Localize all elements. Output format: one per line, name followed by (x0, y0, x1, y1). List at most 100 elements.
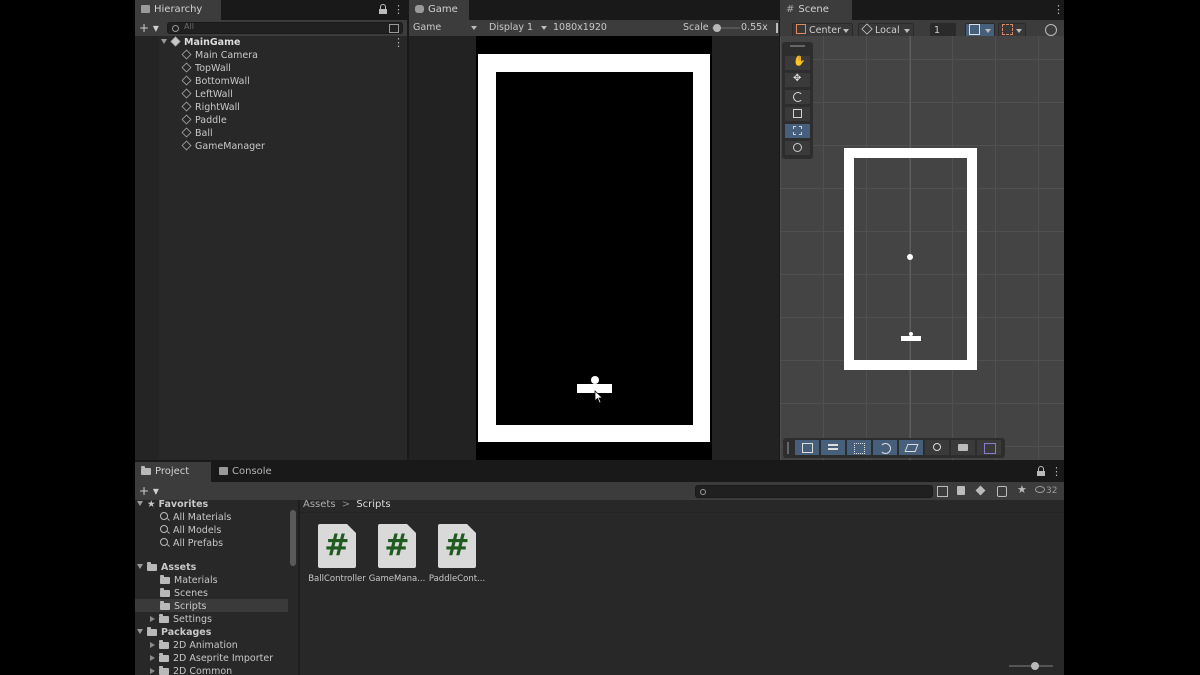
scene-viewport[interactable] (780, 36, 1064, 460)
scene-paddle[interactable] (901, 336, 921, 341)
project-divider[interactable] (298, 500, 300, 675)
folder-tree-scrollbar[interactable] (289, 510, 297, 670)
sprite-shape-tool-button[interactable] (795, 440, 819, 455)
favorite-all-materials[interactable]: All Materials (160, 511, 231, 524)
expand-arrow-icon[interactable] (161, 39, 167, 44)
hidden-packages-toggle[interactable]: 32 (1035, 482, 1057, 500)
scrollbar-thumb[interactable] (290, 510, 296, 566)
hand-tool-button[interactable]: ✋ (785, 56, 810, 70)
lock-icon[interactable] (379, 4, 387, 14)
assets-header[interactable]: Assets (137, 561, 196, 574)
expand-arrow-icon[interactable] (150, 655, 155, 661)
tab-game[interactable]: Game (409, 0, 469, 20)
hierarchy-item-paddle[interactable]: Paddle (181, 114, 227, 127)
hierarchy-item-topwall[interactable]: TopWall (181, 62, 231, 75)
asset-item-ballcontroller[interactable]: # BallController (307, 524, 367, 584)
icon-size-slider-thumb[interactable] (1031, 662, 1039, 670)
hierarchy-search-input[interactable]: All (167, 22, 403, 34)
expand-arrow-icon[interactable] (150, 642, 155, 648)
package-2d-aseprite-importer[interactable]: 2D Aseprite Importer (150, 652, 273, 665)
expand-arrow-icon[interactable] (137, 564, 143, 569)
scale-tool-button[interactable] (785, 107, 810, 121)
asset-item-paddlecontroller[interactable]: # PaddleCont... (427, 524, 487, 584)
search-filter-icon[interactable] (389, 24, 399, 33)
hierarchy-item-gamemanager[interactable]: GameManager (181, 140, 265, 153)
package-2d-common[interactable]: 2D Common (150, 665, 232, 675)
favorite-all-prefabs[interactable]: All Prefabs (160, 537, 223, 550)
chevron-down-icon (1016, 29, 1022, 33)
breadcrumb-assets[interactable]: Assets (303, 499, 336, 510)
folder-materials[interactable]: Materials (160, 574, 218, 587)
display-dropdown[interactable]: Display 1 (489, 20, 547, 36)
lock-icon[interactable] (1037, 466, 1045, 476)
tile-grid-tool-button[interactable] (847, 440, 871, 455)
overlay-grip[interactable] (787, 442, 789, 454)
icon-size-slider[interactable] (1009, 662, 1053, 670)
search-by-type-icon[interactable] (937, 486, 948, 497)
rect-tool-button[interactable] (785, 124, 810, 138)
favorites-header[interactable]: ★ Favorites (137, 498, 208, 511)
hierarchy-item-label: Paddle (195, 115, 227, 126)
game-tabbar: Game (409, 0, 779, 20)
scene-menu-icon[interactable]: ⋮ (1053, 3, 1064, 17)
camera-tool-button[interactable] (951, 440, 975, 455)
scene-bottom-overlay (783, 438, 1005, 458)
gameobject-icon (181, 49, 192, 60)
gizmo-globe-icon[interactable] (1045, 24, 1057, 36)
scene-root-row[interactable]: MainGame (161, 36, 240, 49)
tab-console[interactable]: Console (213, 462, 293, 482)
gameobject-icon (181, 114, 192, 125)
folder-scripts[interactable]: Scripts (160, 600, 207, 613)
hierarchy-item-main-camera[interactable]: Main Camera (181, 49, 258, 62)
expand-arrow-icon[interactable] (150, 616, 155, 622)
search-log-icon[interactable] (997, 486, 1007, 497)
toolbar-overflow-icon[interactable] (776, 23, 778, 33)
search-icon (160, 538, 168, 546)
hierarchy-item-rightwall[interactable]: RightWall (181, 101, 240, 114)
moon-tool-button[interactable] (873, 440, 897, 455)
scene-menu-icon[interactable]: ⋮ (393, 36, 404, 50)
layers-tool-button[interactable] (899, 440, 923, 455)
project-search-input[interactable] (695, 485, 933, 498)
game-mode-dropdown[interactable]: Game (413, 20, 479, 36)
game-viewport[interactable] (476, 36, 712, 460)
moon-icon (880, 443, 891, 454)
star-icon[interactable]: ★ (1017, 483, 1027, 496)
space-label: Local (875, 25, 900, 36)
project-menu-icon[interactable]: ⋮ (1051, 465, 1062, 479)
package-2d-animation[interactable]: 2D Animation (150, 639, 238, 652)
tilemap-align-tool-button[interactable] (821, 440, 845, 455)
scale-slider[interactable] (712, 24, 740, 32)
tab-project[interactable]: Project (135, 462, 211, 482)
hierarchy-item-leftwall[interactable]: LeftWall (181, 88, 233, 101)
scale-slider-thumb[interactable] (713, 24, 722, 32)
search-by-label-icon[interactable] (957, 486, 965, 495)
script-glyph: # (444, 528, 470, 563)
zoom-tool-button[interactable] (925, 440, 949, 455)
gizmo-tool-button[interactable] (977, 440, 1001, 455)
packages-header[interactable]: Packages (137, 626, 211, 639)
grid-hash-icon: # (786, 4, 795, 15)
favorite-all-models[interactable]: All Models (160, 524, 221, 537)
tab-hierarchy[interactable]: Hierarchy (135, 0, 221, 20)
rotate-tool-button[interactable] (785, 90, 810, 104)
tab-scene[interactable]: # Scene (780, 0, 852, 20)
overlay-grip[interactable] (790, 45, 805, 47)
tag-icon[interactable] (975, 485, 986, 496)
expand-arrow-icon[interactable] (150, 668, 155, 674)
expand-arrow-icon[interactable] (137, 501, 143, 506)
move-tool-button[interactable]: ✥ (785, 73, 810, 87)
rotate-icon (793, 92, 803, 102)
hierarchy-add-button[interactable]: + ▾ (139, 20, 159, 36)
hierarchy-item-ball[interactable]: Ball (181, 127, 213, 140)
scene-ball[interactable] (907, 254, 913, 260)
hierarchy-menu-icon[interactable]: ⋮ (393, 3, 404, 17)
transform-tool-button[interactable] (785, 141, 810, 155)
hierarchy-list-icon (141, 5, 150, 13)
hierarchy-item-bottomwall[interactable]: BottomWall (181, 75, 250, 88)
asset-item-gamemanager[interactable]: # GameMana... (367, 524, 427, 584)
folder-settings[interactable]: Settings (150, 613, 212, 626)
expand-arrow-icon[interactable] (137, 629, 143, 634)
resolution-dropdown[interactable]: 1080x1920 (553, 20, 633, 36)
breadcrumb-scripts[interactable]: Scripts (356, 499, 390, 510)
